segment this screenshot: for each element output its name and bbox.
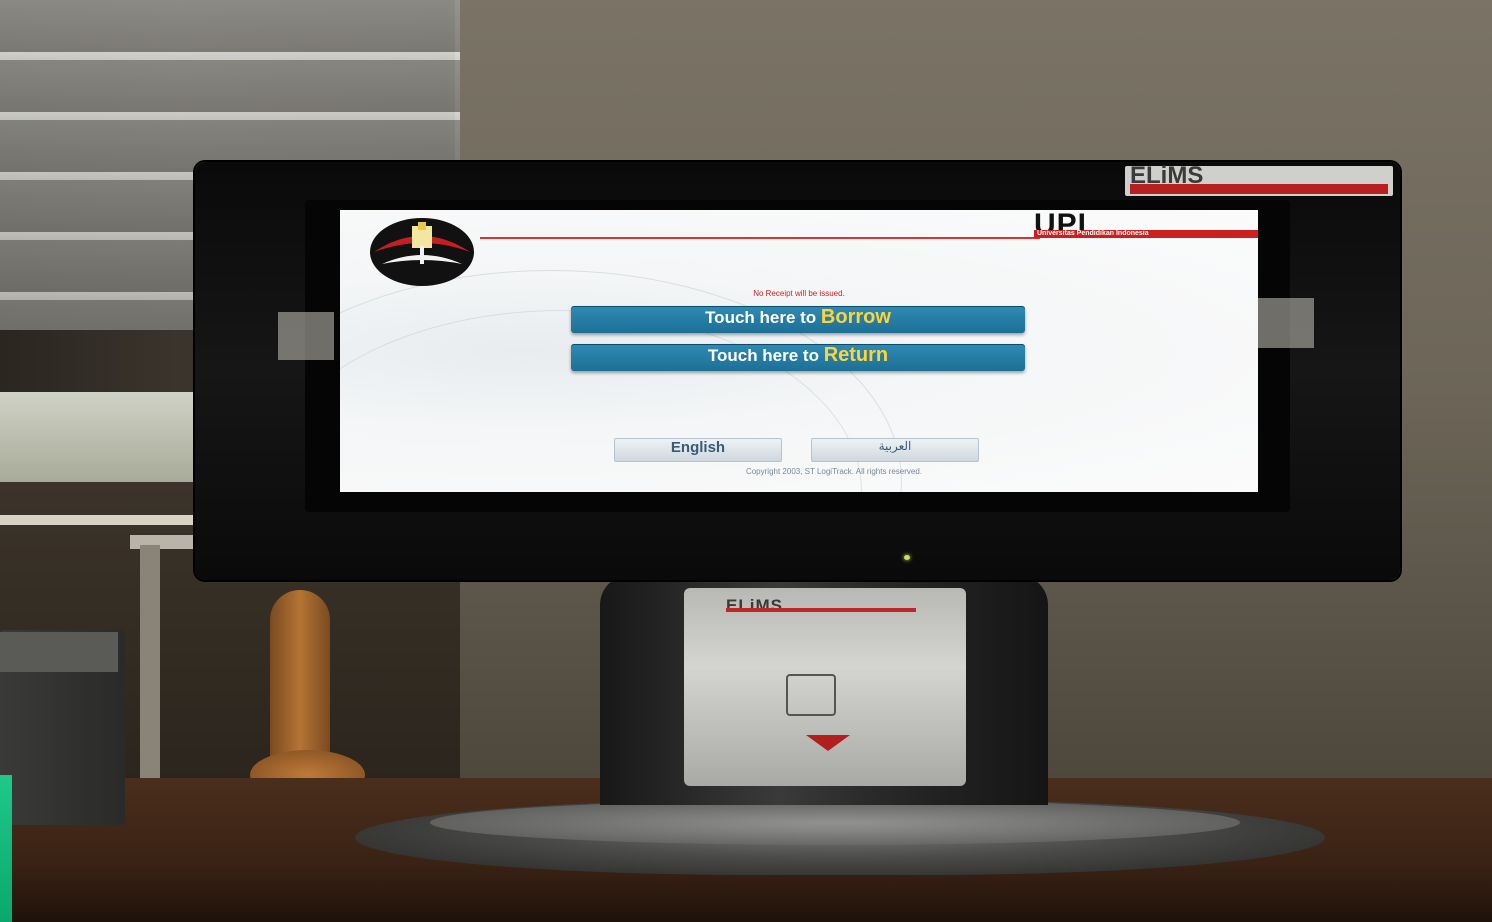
institution-subtitle: Universitas Pendidikan Indonesia [1034, 230, 1258, 238]
borrow-button-action: Borrow [820, 306, 891, 328]
borrow-button[interactable]: Touch here to Borrow [571, 306, 1025, 333]
card-tap-icon [786, 674, 836, 716]
elims-badge-label: ELiMS [1130, 162, 1204, 189]
scanner-brand-bar [726, 608, 916, 612]
borrow-button-prefix: Touch here to [705, 308, 821, 327]
return-button-action: Return [823, 344, 889, 366]
kiosk-base-top [430, 800, 1240, 845]
tape-right [1258, 298, 1314, 348]
photo-library-self-checkout-kiosk: ELiMS ELiMS UPI Universitas Pendidikan I… [0, 0, 1492, 922]
receipt-notice: No Receipt will be issued. [753, 289, 845, 298]
kiosk-screen: UPI Universitas Pendidikan Indonesia No … [340, 210, 1258, 492]
scanner-brand-label: ELiMS [726, 596, 783, 615]
return-button[interactable]: Touch here to Return [571, 344, 1025, 371]
header-rule [480, 237, 1040, 239]
down-arrow-icon [806, 735, 850, 751]
railing [0, 515, 210, 525]
language-arabic-button[interactable]: العربية [811, 438, 979, 462]
return-button-prefix: Touch here to [707, 346, 824, 365]
language-english-button[interactable]: English [614, 438, 782, 462]
receipt-printer-top [0, 632, 118, 672]
upi-logo-icon [370, 218, 474, 286]
copyright-text: Copyright 2003, ST LogiTrack. All rights… [745, 467, 923, 476]
power-led [904, 555, 910, 560]
window [0, 392, 215, 482]
railing-post [140, 545, 160, 785]
tape-left [278, 312, 334, 360]
accent-strip [0, 775, 12, 922]
